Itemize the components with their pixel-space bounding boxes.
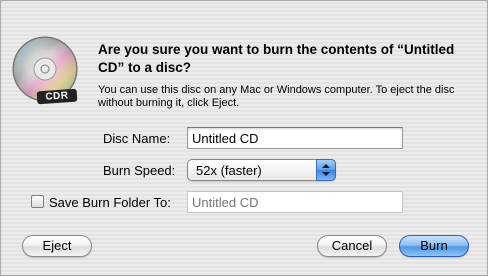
disc-name-field[interactable]: [187, 127, 403, 149]
cancel-button[interactable]: Cancel: [317, 235, 387, 257]
burn-speed-value: 52x (faster): [196, 163, 262, 178]
disc-label-badge: CDR: [36, 88, 78, 105]
dialog-heading: Are you sure you want to burn the conten…: [98, 42, 455, 75]
burn-speed-popup[interactable]: 52x (faster): [187, 159, 336, 181]
eject-button[interactable]: Eject: [22, 235, 92, 257]
burn-button[interactable]: Burn: [399, 235, 469, 257]
save-burn-folder-checkbox[interactable]: [31, 195, 44, 208]
popup-arrows-icon: [316, 159, 336, 181]
save-burn-folder-label: Save Burn Folder To:: [49, 195, 171, 210]
dialog-message: You can use this disc on any Mac or Wind…: [98, 84, 455, 109]
burn-disc-dialog: CDR Are you sure you want to burn the co…: [0, 0, 488, 276]
burn-speed-label: Burn Speed:: [103, 163, 176, 178]
save-folder-field[interactable]: [187, 191, 403, 213]
disc-name-label: Disc Name:: [103, 131, 171, 146]
